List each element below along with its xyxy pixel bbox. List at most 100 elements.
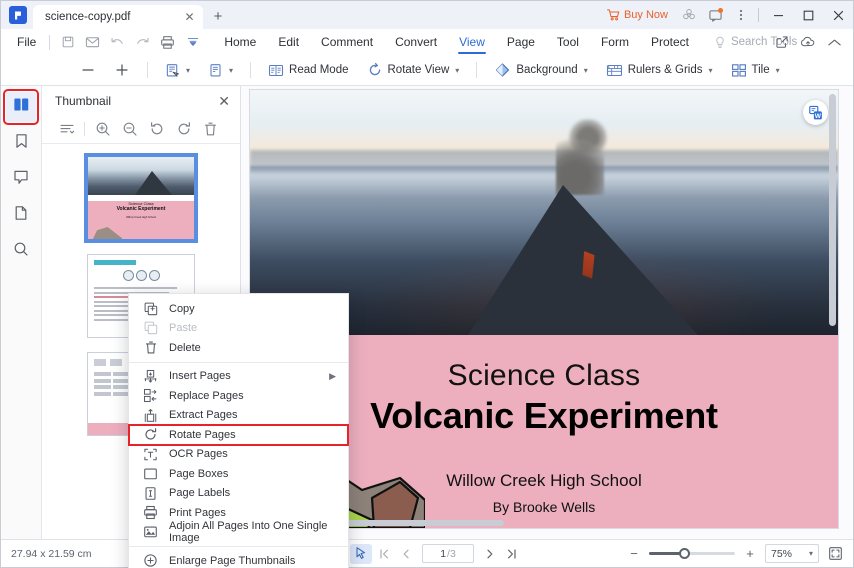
maximize-icon[interactable] xyxy=(793,1,823,29)
background-button[interactable]: Background ▾ xyxy=(485,58,596,82)
thumbnail-diagram xyxy=(88,270,194,281)
tab-convert[interactable]: Convert xyxy=(384,29,448,55)
collapse-ribbon-icon[interactable] xyxy=(821,29,847,55)
thumbnail-subtitle: Willow Creek High School xyxy=(88,216,194,219)
first-page-icon[interactable] xyxy=(374,544,394,564)
delete-icon[interactable] xyxy=(197,117,224,141)
tab-comment[interactable]: Comment xyxy=(310,29,384,55)
sidebar-item-bookmark-panel[interactable] xyxy=(6,128,36,158)
context-menu-item-extract-pages[interactable]: Extract Pages xyxy=(129,406,348,426)
tab-form[interactable]: Form xyxy=(590,29,640,55)
zoom-out-button[interactable]: − xyxy=(625,546,643,561)
replace-pages-icon xyxy=(141,388,160,403)
page-display-button[interactable]: ▾ xyxy=(199,58,242,82)
undo-icon[interactable] xyxy=(105,31,130,53)
zoom-in-button[interactable] xyxy=(105,58,139,82)
minimize-icon[interactable] xyxy=(763,1,793,29)
print-icon[interactable] xyxy=(155,31,180,53)
email-icon[interactable] xyxy=(80,31,105,53)
feedback-icon[interactable] xyxy=(702,4,728,26)
buy-now-button[interactable]: Buy Now xyxy=(599,5,676,25)
delete-icon xyxy=(141,340,160,355)
page-total-label: /3 xyxy=(447,548,456,560)
cloud-icon[interactable] xyxy=(795,29,821,55)
last-page-icon[interactable] xyxy=(502,544,522,564)
convert-to-word-icon: W xyxy=(808,105,824,121)
next-page-icon[interactable] xyxy=(480,544,500,564)
context-menu-item-replace-pages[interactable]: Replace Pages xyxy=(129,386,348,406)
list-item[interactable]: Science Class Volcanic Experiment Willow… xyxy=(87,156,195,240)
rulers-grids-button[interactable]: Rulers & Grids ▾ xyxy=(597,58,722,82)
redo-icon[interactable] xyxy=(130,31,155,53)
share-icon[interactable] xyxy=(769,29,795,55)
zoom-slider-fill xyxy=(649,552,681,555)
context-menu-item-insert-pages[interactable]: Insert Pages ▶ xyxy=(129,367,348,387)
context-menu-item-paste[interactable]: Paste xyxy=(129,319,348,339)
tab-home[interactable]: Home xyxy=(213,29,267,55)
title-bar-right-controls: Buy Now xyxy=(599,1,853,29)
sidebar-item-thumbnail-panel[interactable] xyxy=(6,92,36,122)
context-menu-item-page-labels[interactable]: Page Labels xyxy=(129,484,348,504)
status-bar-zoom-controls: − + 75% ▾ xyxy=(625,544,845,564)
read-mode-button[interactable]: Read Mode xyxy=(259,58,357,82)
context-menu-item-delete[interactable]: Delete xyxy=(129,338,348,358)
context-menu-item-enlarge-thumbnails[interactable]: Enlarge Page Thumbnails xyxy=(129,551,348,568)
rotate-right-icon[interactable] xyxy=(170,117,197,141)
flower-icon[interactable] xyxy=(676,4,702,26)
close-icon[interactable]: ✕ xyxy=(182,10,197,25)
zoom-in-icon[interactable] xyxy=(89,117,116,141)
zoom-level-select[interactable]: 75% ▾ xyxy=(765,544,819,563)
sort-pages-icon[interactable] xyxy=(53,117,80,141)
zoom-slider-handle[interactable] xyxy=(679,548,690,559)
sidebar-item-comment-panel[interactable] xyxy=(6,164,36,194)
close-icon[interactable]: ✕ xyxy=(218,94,230,108)
tab-page[interactable]: Page xyxy=(496,29,546,55)
more-vertical-icon[interactable] xyxy=(728,4,754,26)
vertical-scrollbar-thumb[interactable] xyxy=(829,94,836,326)
zoom-out-button[interactable] xyxy=(71,58,105,82)
print-pages-icon xyxy=(141,505,160,520)
tab-view[interactable]: View xyxy=(448,29,496,55)
page-context-menu[interactable]: Copy Paste Delete Insert Pages ▶ xyxy=(128,293,349,568)
save-icon[interactable] xyxy=(55,31,80,53)
select-tool-icon[interactable] xyxy=(350,544,372,564)
page-thumbnail-1[interactable]: Science Class Volcanic Experiment Willow… xyxy=(87,156,195,240)
context-menu-item-rotate-pages[interactable]: Rotate Pages xyxy=(129,425,348,445)
zoom-slider[interactable] xyxy=(649,552,735,555)
fit-page-icon[interactable] xyxy=(825,544,845,564)
rotate-left-icon[interactable] xyxy=(143,117,170,141)
context-menu-item-page-boxes[interactable]: Page Boxes xyxy=(129,464,348,484)
chevron-down-icon: ▾ xyxy=(776,66,780,75)
window-close-icon[interactable] xyxy=(823,1,853,29)
plus-icon[interactable]: + xyxy=(206,4,230,28)
tab-edit[interactable]: Edit xyxy=(267,29,310,55)
tab-tool[interactable]: Tool xyxy=(546,29,590,55)
page-layout-button[interactable]: ▾ xyxy=(156,58,199,82)
bookmark-icon xyxy=(14,133,29,154)
title-bar: science-copy.pdf ✕ + Buy Now xyxy=(1,1,853,29)
context-menu-item-ocr-pages[interactable]: OCR Pages xyxy=(129,445,348,465)
sidebar-item-search-panel[interactable] xyxy=(6,236,36,266)
insert-pages-icon xyxy=(141,369,160,384)
zoom-out-icon xyxy=(80,62,96,78)
tile-label: Tile xyxy=(752,64,770,76)
page-number-input[interactable]: 1 /3 xyxy=(422,544,474,563)
context-menu-item-adjoin-pages[interactable]: Adjoin All Pages Into One Single Image xyxy=(129,523,348,543)
file-menu[interactable]: File xyxy=(9,35,44,49)
prev-page-icon[interactable] xyxy=(396,544,416,564)
diagram-circle xyxy=(136,270,147,281)
sidebar-item-attachment-panel[interactable] xyxy=(6,200,36,230)
convert-to-word-badge[interactable]: W xyxy=(803,100,828,125)
zoom-level-value: 75% xyxy=(771,548,792,560)
context-menu-label: Copy xyxy=(169,303,195,315)
zoom-out-icon[interactable] xyxy=(116,117,143,141)
thumbnail-panel-title: Thumbnail xyxy=(55,94,218,108)
dropdown-icon[interactable] xyxy=(180,31,205,53)
document-tab[interactable]: science-copy.pdf ✕ xyxy=(33,5,203,29)
context-menu-item-copy[interactable]: Copy xyxy=(129,299,348,319)
zoom-in-button[interactable]: + xyxy=(741,546,759,561)
tile-button[interactable]: Tile ▾ xyxy=(722,58,789,82)
search-icon xyxy=(13,241,29,262)
rotate-view-button[interactable]: Rotate View ▾ xyxy=(358,58,469,82)
tab-protect[interactable]: Protect xyxy=(640,29,700,55)
